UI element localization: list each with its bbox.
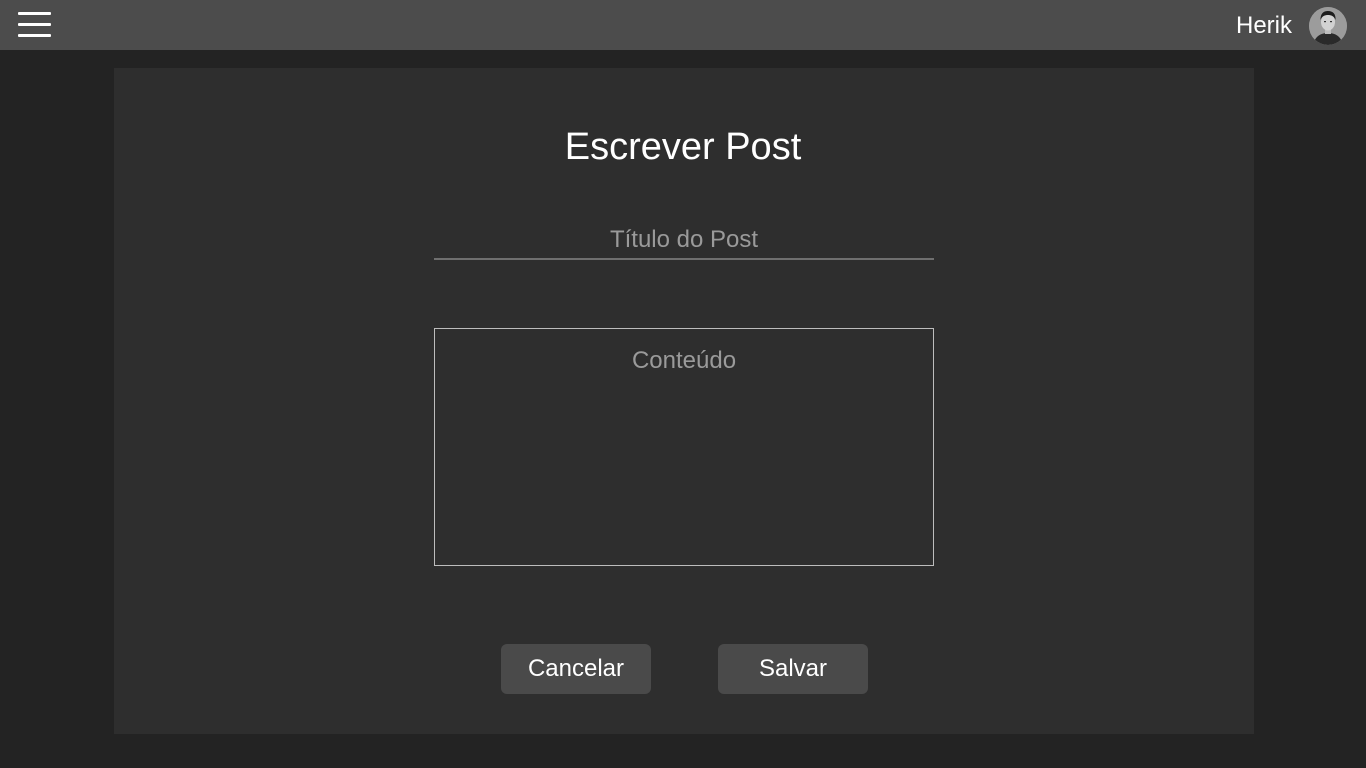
page-title: Escrever Post (564, 126, 802, 168)
user-name[interactable]: Herik (1236, 12, 1292, 40)
post-title-input[interactable] (434, 222, 934, 260)
user-avatar[interactable] (1309, 7, 1347, 45)
hamburger-menu-icon[interactable] (16, 10, 54, 40)
avatar-portrait-icon (1309, 7, 1347, 45)
menu-line-bottom (18, 34, 51, 37)
save-button[interactable]: Salvar (718, 644, 868, 694)
menu-line-middle (18, 23, 51, 26)
top-bar: Herik (0, 0, 1366, 50)
cancel-button[interactable]: Cancelar (501, 644, 651, 694)
post-content-textarea[interactable] (434, 328, 934, 566)
menu-line-top (18, 12, 51, 15)
